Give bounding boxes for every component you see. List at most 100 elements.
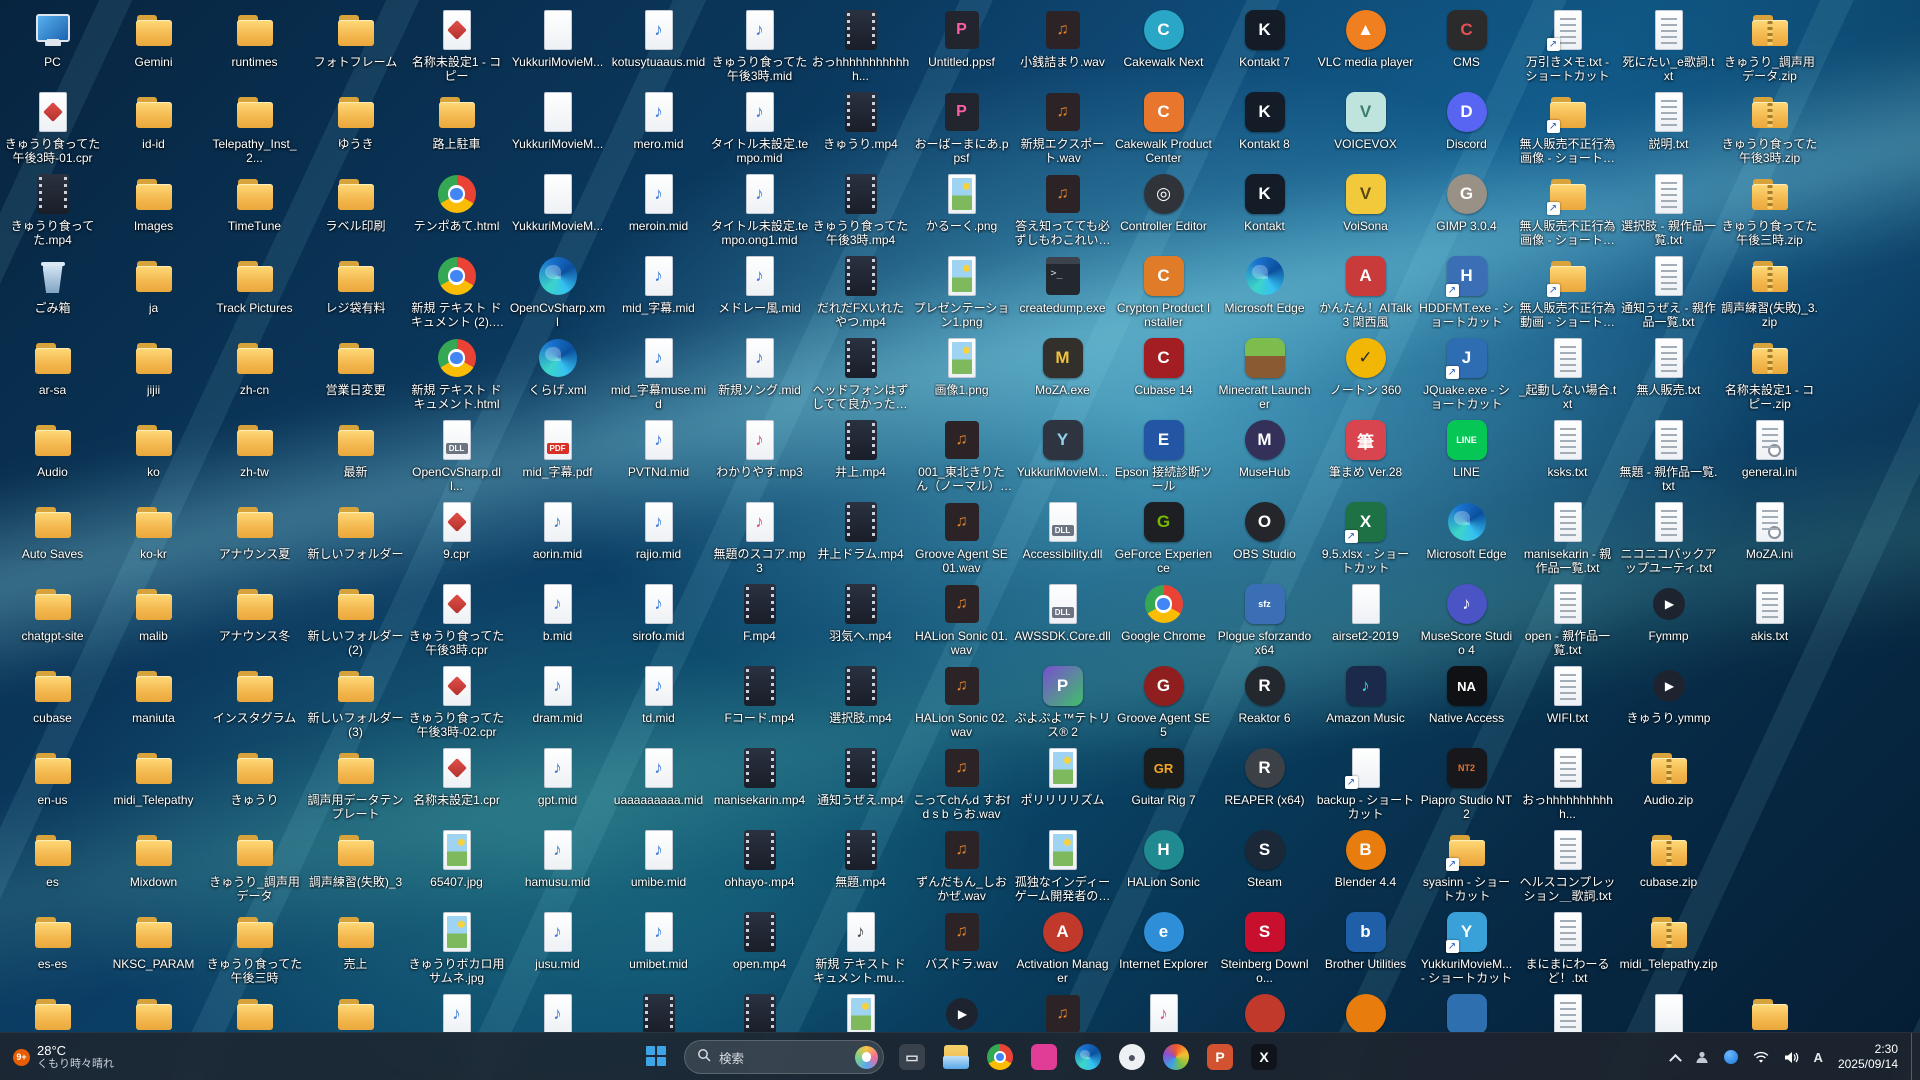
desktop-icon[interactable]: こってchんd すおf d s b らお.wav [911,744,1012,826]
desktop-icon[interactable]: Google Chrome [1113,580,1214,662]
desktop-icon[interactable] [305,990,406,1032]
desktop-icon[interactable]: おっhhhhhhhhhhhh... [810,6,911,88]
desktop-icon[interactable]: ニコニコバックアップユーティ.txt [1618,498,1719,580]
desktop-icon[interactable]: かるーく.png [911,170,1012,252]
desktop-icon[interactable]: きゅうり食ってた午後3時.cpr [406,580,507,662]
desktop-icon[interactable]: 新しいフォルダー [305,498,406,580]
desktop-icon[interactable]: dram.mid [507,662,608,744]
desktop-icon[interactable]: mid_字幕.pdf [507,416,608,498]
desktop-icon[interactable]: A かんたん！AITalk 3 関西風 [1315,252,1416,334]
desktop-icon[interactable]: 画像1.png [911,334,1012,416]
desktop-icon[interactable]: Fコード.mp4 [709,662,810,744]
desktop-icon[interactable]: Minecraft Launcher [1214,334,1315,416]
desktop-icon[interactable]: R Reaktor 6 [1214,662,1315,744]
desktop-icon[interactable]: 新規ソング.mid [709,334,810,416]
desktop-icon[interactable]: es [2,826,103,908]
desktop-icon[interactable]: 新規 テキスト ドキュメント (2).html [406,252,507,334]
wifi-icon[interactable] [1751,1037,1771,1077]
desktop-icon[interactable]: C Cubase 14 [1113,334,1214,416]
desktop-icon[interactable]: バズドラ.wav [911,908,1012,990]
desktop-icon[interactable]: H HALion Sonic [1113,826,1214,908]
desktop-icon[interactable]: Telepathy_Inst_2... [204,88,305,170]
desktop-icon[interactable]: jusu.mid [507,908,608,990]
desktop-icon[interactable]: まにまにわーるど！.txt [1517,908,1618,990]
desktop-icon[interactable]: Y ↗ YukkuriMovieM... - ショートカット [1416,908,1517,990]
powerpoint-icon[interactable]: P [1200,1037,1240,1077]
desktop-icon[interactable] [1214,990,1315,1032]
desktop-icon[interactable]: 井上ドラム.mp4 [810,498,911,580]
microsoft-edge-icon[interactable] [1068,1037,1108,1077]
desktop-icon[interactable]: H ↗ HDDFMT.exe - ショートカット [1416,252,1517,334]
desktop-icon[interactable]: きゅうり食ってた午後3時-02.cpr [406,662,507,744]
desktop-icon[interactable]: PVTNd.mid [608,416,709,498]
desktop-icon[interactable]: ヘルスコンプレッション＿歌詞.txt [1517,826,1618,908]
desktop-icon[interactable]: 通知うぜえ - 親作品一覧.txt [1618,252,1719,334]
desktop-icon[interactable]: Fymmp [1618,580,1719,662]
desktop-icon[interactable]: 名称未設定1 - コピー [406,6,507,88]
desktop-icon[interactable] [1315,990,1416,1032]
desktop-icon[interactable]: 死にたい_e歌詞.txt [1618,6,1719,88]
desktop-icon[interactable]: B Blender 4.4 [1315,826,1416,908]
desktop-icon[interactable] [911,990,1012,1032]
desktop-icon[interactable]: midi_Telepathy.zip [1618,908,1719,990]
desktop-icon[interactable]: Mixdown [103,826,204,908]
desktop-icon[interactable]: C CMS [1416,6,1517,88]
desktop-icon[interactable] [608,990,709,1032]
desktop-icon[interactable]: e Internet Explorer [1113,908,1214,990]
desktop-icon[interactable]: 名称未設定1 - コピー.zip [1719,334,1820,416]
desktop-icon[interactable]: Audio.zip [1618,744,1719,826]
desktop-icon[interactable]: es-es [2,908,103,990]
desktop-icon[interactable]: ↗ 万引きメモ.txt - ショートカット [1517,6,1618,88]
desktop-icon[interactable]: きゅうり.mp4 [810,88,911,170]
desktop-icon[interactable]: Images [103,170,204,252]
desktop-icon[interactable]: 調声用データテンプレート [305,744,406,826]
desktop-icon[interactable]: ohhayo-.mp4 [709,826,810,908]
desktop-icon[interactable]: umibet.mid [608,908,709,990]
desktop-icon[interactable]: TimeTune [204,170,305,252]
desktop-icon[interactable]: 新しいフォルダー (2) [305,580,406,662]
desktop-icon[interactable]: A Activation Manager [1012,908,1113,990]
desktop-icon[interactable]: ja [103,252,204,334]
desktop-icon[interactable]: 新規エクスポート.wav [1012,88,1113,170]
desktop-icon[interactable]: ↗ syasinn - ショートカット [1416,826,1517,908]
desktop-icon[interactable]: R REAPER (x64) [1214,744,1315,826]
desktop-icon[interactable]: MoZA.ini [1719,498,1820,580]
desktop-icon[interactable]: P ぷよぷよ™テトリス® 2 [1012,662,1113,744]
desktop-icon[interactable]: chatgpt-site [2,580,103,662]
desktop-icon[interactable]: G GeForce Experience [1113,498,1214,580]
desktop-icon[interactable]: Accessibility.dll [1012,498,1113,580]
desktop-icon[interactable]: O OBS Studio [1214,498,1315,580]
desktop-icon[interactable] [1719,990,1820,1032]
desktop-icon[interactable]: Y YukkuriMovieM... [1012,416,1113,498]
laptop-app-icon[interactable]: ▭ [892,1037,932,1077]
desktop-icon[interactable]: 選択肢 - 親作品一覧.txt [1618,170,1719,252]
desktop-icon[interactable]: meroin.mid [608,170,709,252]
desktop-icon[interactable]: ↗ backup - ショートカット [1315,744,1416,826]
desktop-icon[interactable]: OpenCvSharp.dll... [406,416,507,498]
desktop-icon[interactable]: K Kontakt 8 [1214,88,1315,170]
chrome-browser-icon[interactable] [980,1037,1020,1077]
desktop-icon[interactable]: 営業日変更 [305,334,406,416]
desktop-icon[interactable]: 無題 - 親作品一覧.txt [1618,416,1719,498]
weather-widget[interactable]: 9+ 28°C くもり時々晴れ [4,1037,123,1077]
desktop-icon[interactable]: 孤独なインディーゲーム開発者の一生... [1012,826,1113,908]
tray-overflow-button[interactable] [1668,1037,1682,1077]
desktop-icon[interactable]: わかりやす.mp3 [709,416,810,498]
desktop-icon[interactable]: _起動しない場合.txt [1517,334,1618,416]
desktop-icon[interactable]: LINE LINE [1416,416,1517,498]
desktop-icon[interactable] [2,990,103,1032]
desktop-icon[interactable]: ko [103,416,204,498]
desktop-icon[interactable] [1517,990,1618,1032]
desktop-icon[interactable]: manisekarin - 親作品一覧.txt [1517,498,1618,580]
desktop-icon[interactable]: zh-tw [204,416,305,498]
desktop-icon[interactable]: きゅうり食ってた午後3時-01.cpr [2,88,103,170]
desktop-icon[interactable]: タイトル未設定.tempo.ong1.mid [709,170,810,252]
desktop-icon[interactable]: ラベル印刷 [305,170,406,252]
desktop-icon[interactable] [103,990,204,1032]
desktop-icon[interactable]: mid_字幕.mid [608,252,709,334]
desktop-icon[interactable]: ヘッドフォンはずしてて良かった.mp4 [810,334,911,416]
desktop-icon[interactable]: フォトフレーム [305,6,406,88]
desktop-icon[interactable]: Microsoft Edge [1416,498,1517,580]
desktop-icon[interactable]: Auto Saves [2,498,103,580]
desktop-icon[interactable]: M MuseHub [1214,416,1315,498]
